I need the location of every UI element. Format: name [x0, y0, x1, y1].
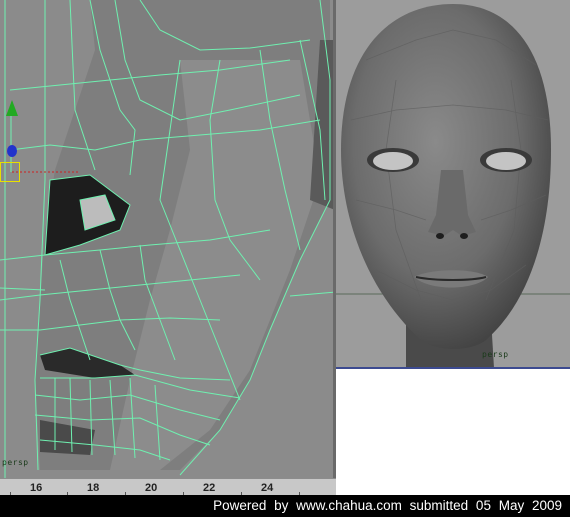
right-perspective-viewport[interactable]: persp	[336, 0, 570, 368]
viewport-label: persp	[2, 458, 29, 467]
tick-label: 22	[203, 482, 216, 494]
move-y-arrow-icon[interactable]	[4, 100, 20, 118]
left-perspective-viewport[interactable]: persp	[0, 0, 336, 478]
caption-text: Powered by www.chahua.com submitted 05 M…	[213, 498, 562, 513]
time-slider[interactable]: 16 18 20 22 24	[0, 478, 336, 496]
shaded-head-model	[336, 0, 570, 368]
tick-label: 18	[87, 482, 100, 494]
caption-bar: Powered by www.chahua.com submitted 05 M…	[0, 495, 570, 517]
empty-panel	[336, 369, 570, 478]
pivot-square-icon[interactable]	[0, 162, 20, 182]
move-z-handle-icon[interactable]	[6, 143, 18, 157]
timeline-blank	[336, 478, 570, 495]
tick-label: 24	[261, 482, 274, 494]
viewport-label: persp	[482, 350, 509, 359]
tick-label: 16	[30, 482, 43, 494]
tick-label: 20	[145, 482, 158, 494]
wireframe-mesh	[0, 0, 336, 478]
